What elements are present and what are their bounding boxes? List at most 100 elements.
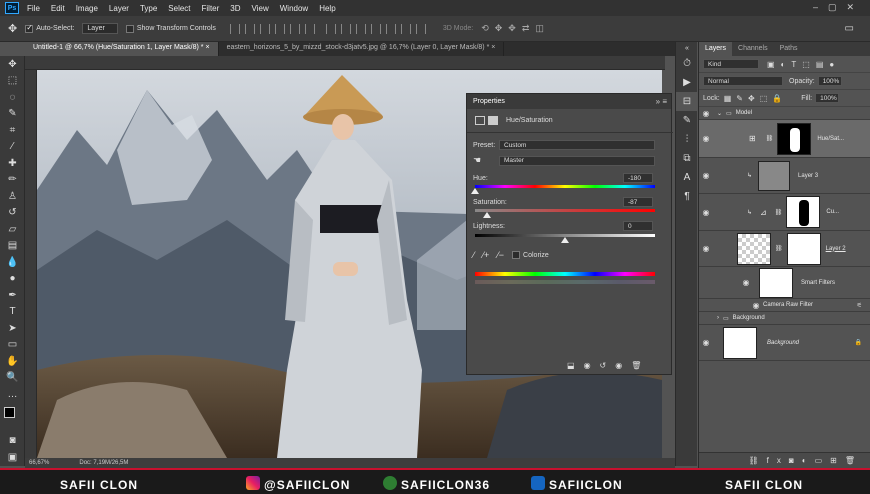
colorize-checkbox[interactable]: [512, 251, 521, 259]
layer-mask-thumbnail[interactable]: [777, 122, 812, 155]
opacity-input[interactable]: 100%: [817, 76, 842, 86]
character-icon[interactable]: A: [676, 168, 698, 187]
kind-dropdown[interactable]: Kind: [703, 59, 759, 69]
saturation-slider-thumb[interactable]: [482, 212, 491, 218]
eraser-icon[interactable]: ▱: [0, 221, 25, 238]
layer-thumbnail[interactable]: [758, 160, 791, 191]
blend-mode-dropdown[interactable]: Normal: [703, 76, 783, 86]
hue-value-input[interactable]: -180: [623, 173, 653, 183]
dodge-icon[interactable]: ●: [0, 271, 25, 288]
fx-icon[interactable]: fx: [767, 456, 789, 465]
tab-eastern-horizons[interactable]: eastern_horizons_5_by_mizzd_stock-d3jatv…: [219, 42, 505, 56]
brushes-icon[interactable]: ✎: [676, 111, 698, 130]
layer-mask-thumbnail[interactable]: [786, 196, 821, 228]
libraries-icon[interactable]: ⧉: [676, 149, 698, 168]
hand-target-icon[interactable]: ☚: [473, 155, 499, 166]
zoom-icon[interactable]: 🔍: [0, 370, 25, 387]
lightness-slider-thumb[interactable]: [561, 237, 569, 243]
layer-curves[interactable]: ◉ ↳ ⊿ ⛓ Cu...: [699, 194, 870, 231]
delete-icon[interactable]: 🗑: [631, 361, 650, 370]
layer-mask-thumbnail[interactable]: [786, 232, 821, 265]
layer-background[interactable]: ◉ Background 🔒: [699, 325, 870, 361]
smart-object-thumbnail[interactable]: [737, 232, 771, 265]
clip-to-layer-icon[interactable]: ⬓: [567, 361, 584, 370]
tab-channels[interactable]: Channels: [732, 42, 774, 56]
filter-options-icon[interactable]: ⚟: [857, 302, 862, 309]
menu-type[interactable]: Type: [140, 4, 157, 13]
healing-brush-icon[interactable]: ✚: [0, 155, 25, 172]
adjustment-icon[interactable]: [475, 116, 485, 125]
new-layer-icon[interactable]: ⊞: [830, 456, 845, 465]
foreground-color-icon[interactable]: [4, 406, 15, 418]
layer-hue-saturation[interactable]: ◉ ⊞ ⛓ Hue/Sat...: [699, 120, 870, 158]
align-buttons[interactable]: [229, 23, 431, 34]
eyedropper-icon[interactable]: ⁄: [0, 139, 25, 156]
hand-icon[interactable]: ✋: [0, 353, 25, 370]
screen-mode-icon[interactable]: ▣: [0, 449, 25, 466]
crop-icon[interactable]: ⌗: [0, 122, 25, 139]
saturation-slider[interactable]: [475, 209, 655, 212]
move-tool-icon[interactable]: ✥: [8, 22, 17, 35]
visibility-eye-icon[interactable]: ◉: [739, 278, 753, 287]
collapsed-arrow-icon[interactable]: ›: [717, 315, 719, 321]
history-icon[interactable]: ⏱: [676, 54, 698, 73]
clone-stamp-icon[interactable]: ♙: [0, 188, 25, 205]
eyedropper-subtract-icon[interactable]: ⁄−: [497, 250, 504, 260]
tab-paths[interactable]: Paths: [774, 42, 804, 56]
marquee-icon[interactable]: ⬚: [0, 73, 25, 90]
pen-icon[interactable]: ✒: [0, 287, 25, 304]
lock-icons[interactable]: ▦✎✥⬚🔒: [724, 94, 787, 103]
smart-filter-mask-thumbnail[interactable]: [759, 267, 793, 298]
visibility-eye-icon[interactable]: ◉: [699, 171, 713, 180]
menu-help[interactable]: Help: [319, 4, 335, 13]
menu-view[interactable]: View: [252, 4, 269, 13]
filter-icons[interactable]: ▣◐T⬚▤●: [767, 60, 840, 69]
properties-footer-icons[interactable]: ⬓ ◉ ↺ ◉ 🗑: [567, 361, 650, 370]
zoom-level[interactable]: 66,67%: [29, 460, 49, 466]
lightness-value-input[interactable]: 0: [623, 221, 653, 231]
actions-icon[interactable]: ▶: [676, 73, 698, 92]
eyedropper-sample-icon[interactable]: ⁄: [473, 250, 475, 260]
window-controls[interactable]: –▢✕: [813, 2, 864, 13]
path-select-icon[interactable]: ➤: [0, 320, 25, 337]
visibility-eye-icon[interactable]: ◉: [699, 338, 713, 347]
view-previous-icon[interactable]: ◉: [584, 361, 600, 370]
expand-arrow-icon[interactable]: ⌄: [717, 110, 722, 117]
new-group-icon[interactable]: ▭: [815, 456, 831, 465]
channel-dropdown[interactable]: Master: [499, 155, 655, 166]
adjustments-icon[interactable]: ⫶: [676, 130, 698, 149]
layer-group-background[interactable]: › ▭ Background: [699, 312, 870, 325]
more-tools-icon[interactable]: …: [0, 386, 25, 403]
tab-layers[interactable]: Layers: [699, 42, 733, 56]
menu-layer[interactable]: Layer: [109, 4, 129, 13]
quick-select-icon[interactable]: ✎: [0, 106, 25, 123]
eyedropper-add-icon[interactable]: ⁄+: [483, 250, 490, 260]
menu-filter[interactable]: Filter: [202, 4, 220, 13]
menu-image[interactable]: Image: [76, 4, 98, 13]
visibility-eye-icon[interactable]: ◉: [699, 134, 713, 143]
menu-edit[interactable]: Edit: [51, 4, 65, 13]
gradient-icon[interactable]: ▤: [0, 238, 25, 255]
menu-file[interactable]: File: [27, 4, 40, 13]
transform-controls-checkbox[interactable]: Show Transform Controls: [125, 24, 216, 33]
trash-icon[interactable]: 🗑: [845, 456, 863, 465]
collapse-panels-icon[interactable]: «: [676, 42, 698, 54]
brush-icon[interactable]: ✏: [0, 172, 25, 189]
workspace-icon[interactable]: ▭: [845, 23, 854, 34]
camera-raw-filter-row[interactable]: ◉ Camera Raw Filter ⚟: [699, 299, 870, 312]
layer-3[interactable]: ◉ ↳ Layer 3: [699, 158, 870, 194]
fill-input[interactable]: 100%: [815, 93, 840, 103]
saturation-value-input[interactable]: -87: [623, 197, 653, 207]
visibility-eye-icon[interactable]: ◉: [699, 109, 713, 118]
collapse-icon[interactable]: » ≡: [656, 97, 667, 106]
paragraph-icon[interactable]: ¶: [676, 187, 698, 206]
reset-icon[interactable]: ↺: [600, 361, 616, 370]
preset-dropdown[interactable]: Custom: [499, 140, 655, 150]
auto-select-dropdown[interactable]: Layer: [82, 23, 118, 34]
add-mask-icon[interactable]: ◙: [789, 456, 802, 465]
auto-select-checkbox[interactable]: Auto-Select:: [25, 23, 74, 33]
3d-mode-icons[interactable]: ⟲✥✥⇄◫: [481, 23, 550, 34]
layer-2[interactable]: ◉ ⛓ Layer 2: [699, 231, 870, 267]
menu-window[interactable]: Window: [280, 4, 308, 13]
menu-3d[interactable]: 3D: [230, 4, 240, 13]
